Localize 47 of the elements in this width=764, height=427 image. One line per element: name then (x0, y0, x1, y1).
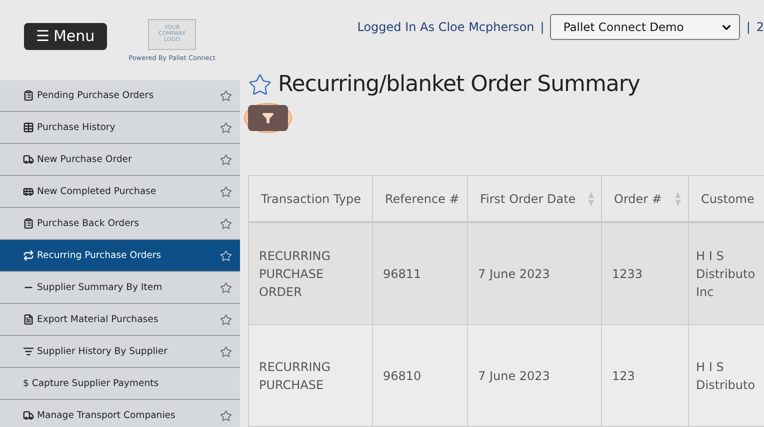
table-cell: 96811 (373, 223, 468, 325)
truck-icon (23, 410, 34, 421)
bus-icon (23, 186, 34, 197)
table-cell: RECURRING PURCHASE ORDER (249, 223, 373, 325)
star-icon[interactable] (220, 122, 232, 134)
truck-icon (23, 154, 34, 165)
separator-text: | (746, 20, 750, 34)
filter-icon (262, 112, 274, 124)
sidebar-item[interactable]: Supplier History By Supplier (0, 336, 240, 368)
repeat-icon (23, 250, 34, 261)
sidebar-item[interactable]: Export Material Purchases (0, 304, 240, 336)
table-cell: RECURRING PURCHASE (249, 325, 373, 427)
table-cell: H I S Distributo Inc (689, 223, 764, 325)
table-cell: 123 (602, 325, 689, 427)
table-cell: 7 June 2023 (468, 325, 602, 427)
sidebar-item[interactable]: Pending Purchase Orders (0, 80, 240, 112)
filter-button[interactable] (248, 105, 288, 131)
star-icon[interactable] (220, 410, 232, 422)
table-cell: 1233 (602, 223, 689, 325)
star-icon[interactable] (220, 186, 232, 198)
table-cell: 7 June 2023 (468, 223, 602, 325)
page-title: Recurring/blanket Order Summary (278, 72, 640, 97)
separator-text: | (540, 20, 544, 34)
star-icon[interactable] (220, 154, 232, 166)
document-icon (23, 314, 34, 325)
star-icon[interactable] (220, 218, 232, 230)
header-text: 2 (756, 20, 764, 34)
list-icon (23, 346, 34, 357)
star-icon[interactable] (220, 314, 232, 326)
star-icon[interactable] (220, 346, 232, 358)
sidebar-item[interactable]: New Completed Purchase (0, 176, 240, 208)
company-select[interactable]: Pallet Connect Demo (550, 14, 740, 40)
sidebar-item[interactable]: Recurring Purchase Orders (0, 240, 240, 272)
sidebar-item[interactable]: New Purchase Order (0, 144, 240, 176)
table-icon (23, 122, 34, 133)
sidebar-item[interactable]: Manage Transport Companies (0, 400, 240, 427)
star-icon[interactable] (220, 282, 232, 294)
sidebar-item[interactable]: Supplier Summary By Item (0, 272, 240, 304)
logged-in-text: Logged In As Cloe Mcpherson (357, 20, 534, 34)
star-icon[interactable] (220, 90, 232, 102)
sidebar-item[interactable]: $ Capture Supplier Payments (0, 368, 240, 400)
star-icon[interactable] (248, 72, 272, 96)
table-cell: 96810 (373, 325, 468, 427)
sidebar-item[interactable]: Purchase History (0, 112, 240, 144)
clipboard-icon (23, 218, 34, 229)
menu-button[interactable]: ☰ Menu (24, 22, 107, 50)
clipboard-icon (23, 90, 34, 101)
